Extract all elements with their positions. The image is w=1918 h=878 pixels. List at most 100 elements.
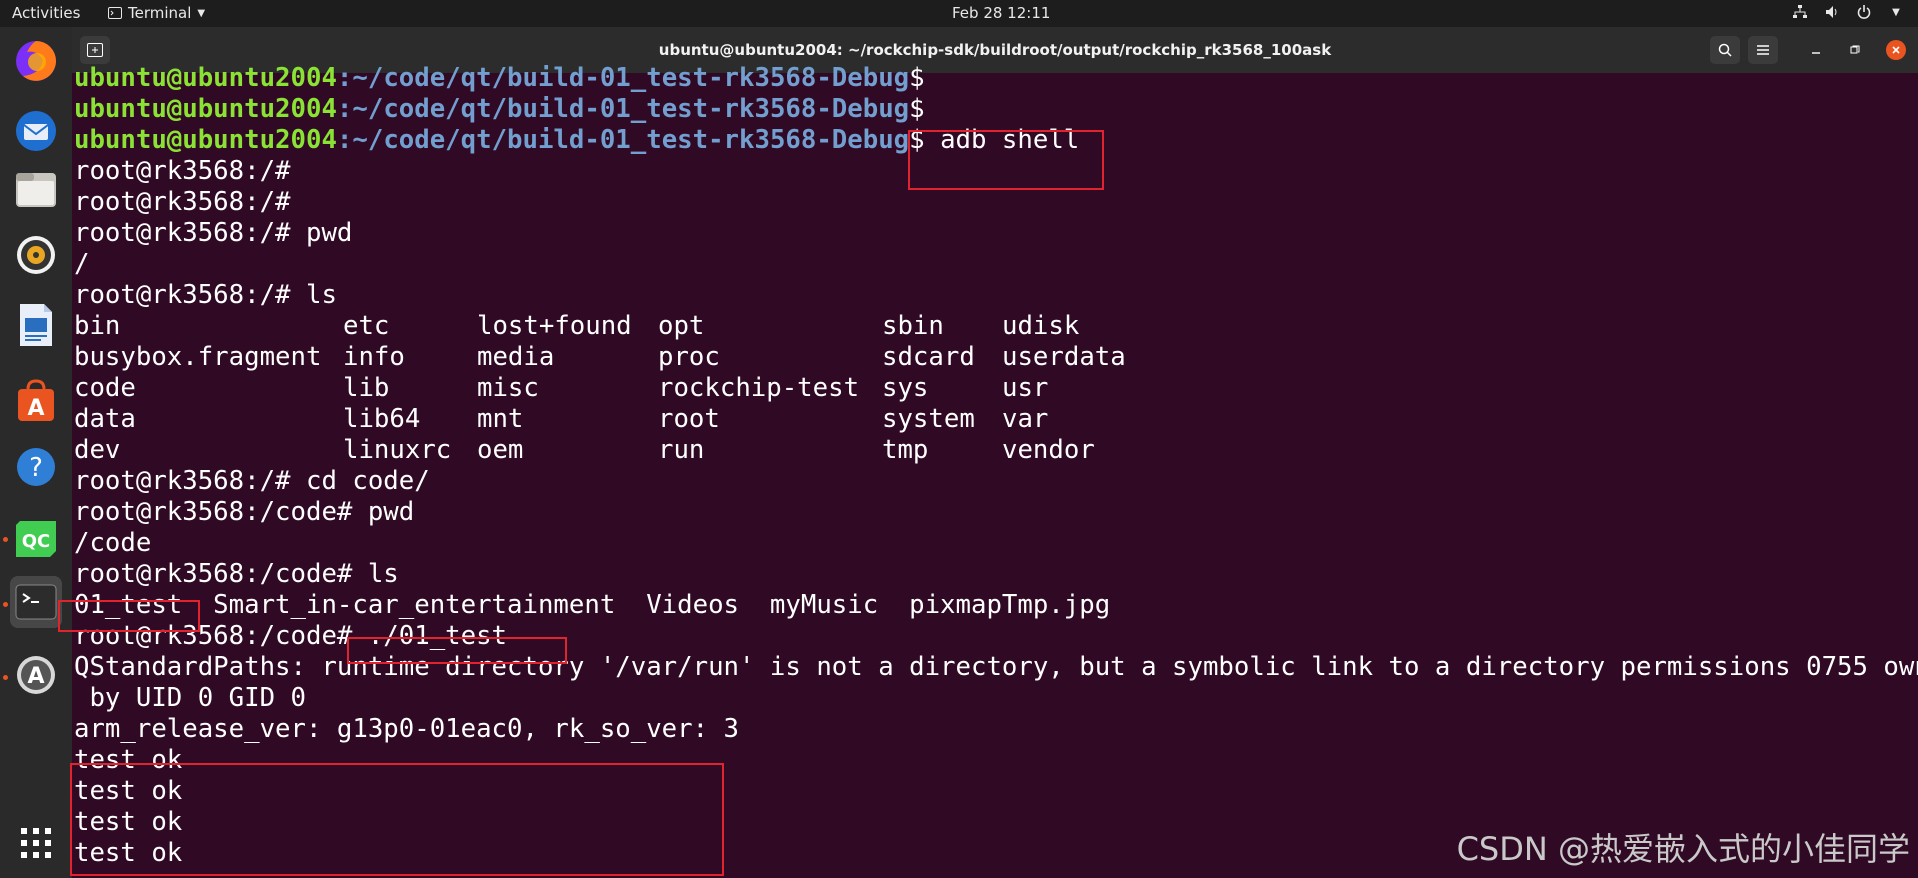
close-button[interactable] [1886, 40, 1906, 60]
ls-entry: userdata [1002, 342, 1126, 372]
ls-entry: sdcard [882, 342, 975, 372]
qtcreator-icon: QC [16, 521, 56, 557]
software-icon: A [18, 379, 54, 421]
ls-entry: code [74, 373, 136, 403]
dock-updater[interactable]: A [10, 649, 62, 701]
chevron-down-icon: ▼ [197, 7, 206, 19]
svg-text:A: A [27, 664, 44, 689]
ls-entry: proc [658, 342, 720, 372]
writer-icon [20, 304, 52, 346]
running-indicator [3, 537, 8, 542]
dock-firefox[interactable] [10, 35, 62, 87]
output-line: / [74, 249, 90, 279]
output-line: root@rk3568:/code# ls [74, 559, 399, 589]
menu-button[interactable] [1748, 36, 1778, 64]
activities-button[interactable]: Activities [12, 4, 80, 22]
ls-entry: media [477, 342, 555, 372]
files-icon [16, 173, 56, 207]
thunderbird-icon [16, 111, 56, 151]
prompt-line: ubuntu@ubuntu2004:~/code/qt/build-01_tes… [74, 63, 925, 93]
ls-code-listing: 01_test Smart_in-car_entertainment Video… [74, 590, 1111, 620]
dock-terminal[interactable] [10, 576, 62, 628]
ls-entry: vendor [1002, 435, 1095, 465]
ls-entry: run [658, 435, 705, 465]
output-line: by UID 0 GID 0 [74, 683, 306, 713]
show-apps-icon [21, 828, 51, 858]
ls-entry: system [882, 404, 975, 434]
minimize-icon [1812, 52, 1820, 54]
highlight-box-run [347, 637, 567, 664]
ls-entry: mnt [477, 404, 524, 434]
ls-entry: info [343, 342, 405, 372]
highlight-box-01-test [58, 600, 200, 632]
highlight-box-adb [908, 130, 1104, 190]
firefox-icon [16, 41, 56, 81]
ls-entry: root [658, 404, 720, 434]
svg-text:A: A [27, 396, 44, 421]
ls-entry: var [1002, 404, 1049, 434]
dock-software[interactable]: A [10, 375, 62, 427]
ls-entry: sbin [882, 311, 944, 341]
watermark: CSDN @热爱嵌入式的小佳同学 [1456, 830, 1910, 868]
dock: A ? QC A [0, 27, 72, 878]
ls-entry: sys [882, 373, 929, 403]
power-icon[interactable] [1856, 4, 1872, 20]
ls-entry: lib64 [343, 404, 421, 434]
svg-text:?: ? [29, 453, 43, 483]
output-line: root@rk3568:/# [74, 156, 291, 186]
ls-entry: busybox.fragment [74, 342, 322, 372]
output-line: root@rk3568:/# [74, 187, 291, 217]
ls-entry: lost+found [477, 311, 632, 341]
ls-entry: tmp [882, 435, 929, 465]
maximize-icon [1850, 45, 1860, 54]
close-icon [1892, 46, 1900, 54]
rhythmbox-icon [17, 236, 55, 274]
clock[interactable]: Feb 28 12:11 [952, 4, 1050, 22]
chevron-down-icon[interactable]: ▼ [1888, 4, 1904, 20]
ls-entry: rockchip-test [658, 373, 860, 403]
search-button[interactable] [1710, 36, 1740, 64]
hamburger-menu-icon [1757, 45, 1769, 55]
app-menu-label: Terminal [128, 4, 192, 22]
output-line: root@rk3568:/# pwd [74, 218, 353, 248]
terminal-output[interactable]: ubuntu@ubuntu2004:~/code/qt/build-01_tes… [58, 63, 1918, 878]
output-line: root@rk3568:/# ls [74, 280, 337, 310]
network-icon[interactable] [1792, 4, 1808, 20]
ls-entry: dev [74, 435, 121, 465]
dock-help[interactable]: ? [10, 441, 62, 493]
ls-entry: udisk [1002, 311, 1080, 341]
search-icon [1718, 43, 1732, 57]
system-tray[interactable]: ▼ [1792, 4, 1904, 20]
output-line: root@rk3568:/code# pwd [74, 497, 415, 527]
help-icon: ? [17, 448, 55, 486]
minimize-button[interactable] [1806, 40, 1826, 60]
dock-thunderbird[interactable] [10, 105, 62, 157]
ls-entry: usr [1002, 373, 1049, 403]
ls-entry: opt [658, 311, 705, 341]
top-bar: Activities Terminal ▼ Feb 28 12:11 ▼ [0, 0, 1918, 27]
output-line: root@rk3568:/# cd code/ [74, 466, 430, 496]
show-apps-button[interactable] [10, 817, 62, 869]
prompt-line: ubuntu@ubuntu2004:~/code/qt/build-01_tes… [74, 94, 925, 124]
running-indicator [3, 675, 8, 680]
window-title: ubuntu@ubuntu2004: ~/rockchip-sdk/buildr… [658, 41, 1332, 59]
updater-icon: A [17, 656, 55, 694]
ls-entry: lib [343, 373, 390, 403]
volume-icon[interactable] [1824, 4, 1840, 20]
ls-entry: linuxrc [343, 435, 452, 465]
ls-entry: misc [477, 373, 539, 403]
running-indicator [3, 602, 8, 607]
ls-entry: bin [74, 311, 121, 341]
maximize-button[interactable] [1845, 40, 1865, 60]
app-menu[interactable]: Terminal ▼ [108, 4, 205, 22]
dock-files[interactable] [10, 163, 62, 215]
terminal-icon [15, 584, 57, 620]
ls-entry: oem [477, 435, 524, 465]
output-line: arm_release_ver: g13p0-01eac0, rk_so_ver… [74, 714, 740, 744]
dock-qtcreator[interactable]: QC [10, 513, 62, 565]
svg-text:QC: QC [22, 531, 51, 552]
output-line: /code [74, 528, 152, 558]
ls-entry: data [74, 404, 136, 434]
dock-writer[interactable] [10, 299, 62, 351]
dock-rhythmbox[interactable] [10, 229, 62, 281]
